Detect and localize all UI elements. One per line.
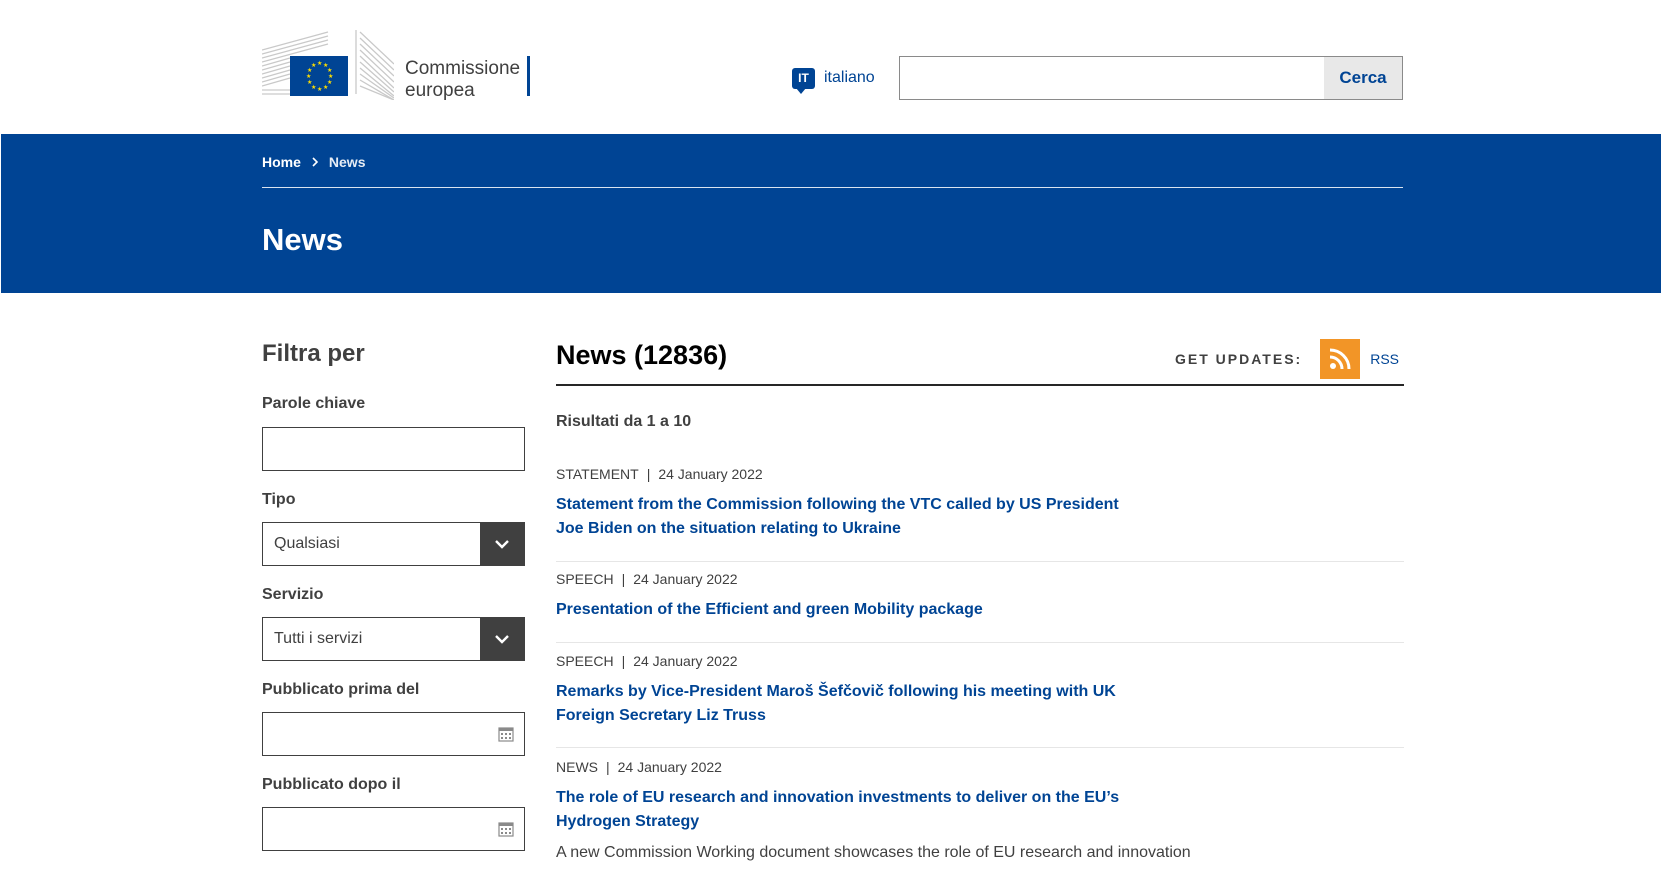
search-input[interactable] (900, 57, 1324, 99)
logo-building-lines-right (355, 30, 394, 100)
meta-separator: | (606, 759, 610, 775)
type-select[interactable]: Qualsiasi (262, 522, 525, 566)
calendar-icon[interactable] (498, 726, 514, 742)
search-form: Cerca (899, 56, 1403, 100)
published-after-input[interactable] (262, 807, 525, 851)
news-item-meta: STATEMENT | 24 January 2022 (556, 466, 1404, 482)
news-item-meta: SPEECH | 24 January 2022 (556, 571, 1404, 587)
news-item-date: 24 January 2022 (658, 466, 763, 482)
news-item-meta: NEWS | 24 January 2022 (556, 759, 1404, 775)
news-list-header: News (12836) GET UPDATES: RSS (556, 338, 1404, 386)
rss-link[interactable]: RSS (1370, 351, 1399, 367)
type-select-value: Qualsiasi (274, 535, 340, 552)
meta-separator: | (646, 466, 651, 482)
language-selector[interactable]: IT italiano (792, 66, 875, 94)
news-item-title-link[interactable]: Presentation of the Efficient and green … (556, 598, 1126, 622)
news-item-type: SPEECH (556, 653, 614, 669)
news-item: NEWS | 24 January 2022 The role of EU re… (556, 759, 1404, 870)
news-item: SPEECH | 24 January 2022 Remarks by Vice… (556, 653, 1404, 748)
published-before-label: Pubblicato prima del (262, 681, 420, 698)
logo-text-line2: europea (405, 80, 475, 101)
published-before-input[interactable] (262, 712, 525, 756)
filter-title: Filtra per (262, 340, 365, 367)
type-label: Tipo (262, 491, 296, 508)
rss-icon[interactable] (1320, 339, 1361, 379)
meta-separator: | (621, 571, 626, 587)
search-button[interactable]: Cerca (1324, 57, 1402, 99)
eu-flag-icon: ★ ★ ★ ★ ★ ★ ★ ★ ★ ★ ★ ★ (290, 56, 348, 96)
page-title: News (262, 222, 343, 257)
banner-divider (262, 187, 1403, 188)
news-item-type: SPEECH (556, 571, 614, 587)
meta-separator: | (621, 653, 626, 669)
service-label: Servizio (262, 586, 324, 603)
svg-text:★: ★ (307, 79, 312, 86)
news-item-title-link[interactable]: Statement from the Commission following … (556, 493, 1126, 541)
news-count-title: News (12836) (556, 340, 728, 370)
news-item-date: 24 January 2022 (633, 571, 738, 587)
logo-text: Commissione europea (405, 58, 520, 102)
svg-text:★: ★ (323, 84, 328, 91)
logo-accent-bar (527, 56, 530, 96)
news-item-type: STATEMENT (556, 466, 639, 482)
news-item-meta: SPEECH | 24 January 2022 (556, 653, 1404, 669)
svg-text:★: ★ (317, 60, 322, 67)
news-item-title-link[interactable]: Remarks by Vice-President Maroš Šefčovič… (556, 680, 1126, 728)
news-item: SPEECH | 24 January 2022 Presentation of… (556, 571, 1404, 643)
commission-logo[interactable]: ★ ★ ★ ★ ★ ★ ★ ★ ★ ★ ★ ★ Commissione europea (262, 28, 547, 102)
keywords-input[interactable] (262, 427, 525, 471)
news-item-title-link[interactable]: The role of EU research and innovation i… (556, 786, 1126, 834)
chevron-right-icon (311, 155, 319, 170)
breadcrumb-current: News (328, 154, 366, 170)
chevron-down-icon[interactable] (480, 618, 524, 660)
published-after-label: Pubblicato dopo il (262, 776, 401, 793)
keywords-label: Parole chiave (262, 395, 366, 412)
breadcrumb: Home News (262, 154, 365, 170)
chevron-down-icon[interactable] (480, 523, 524, 565)
service-select[interactable]: Tutti i servizi (262, 617, 525, 661)
news-item-date: 24 January 2022 (633, 653, 738, 669)
svg-text:★: ★ (311, 62, 316, 69)
logo-text-line1: Commissione (405, 58, 521, 79)
get-updates: GET UPDATES: RSS (1175, 339, 1404, 379)
results-count: Risultati da 1 a 10 (556, 413, 692, 430)
svg-text:★: ★ (317, 86, 322, 93)
language-code-badge: IT (792, 67, 815, 94)
news-item-description: A new Commission Working document showca… (556, 844, 1191, 861)
news-item-type: NEWS (556, 759, 598, 775)
page-banner: Home News News (1, 134, 1661, 293)
get-updates-label: GET UPDATES: (1175, 351, 1303, 367)
service-select-value: Tutti i servizi (274, 630, 363, 647)
news-item-date: 24 January 2022 (617, 759, 722, 775)
news-item: STATEMENT | 24 January 2022 Statement fr… (556, 466, 1404, 562)
breadcrumb-home-link[interactable]: Home (262, 154, 301, 170)
filter-sidebar: Filtra per Parole chiave Tipo Qualsiasi … (262, 340, 527, 851)
calendar-icon[interactable] (498, 821, 514, 837)
language-label[interactable]: italiano (824, 69, 875, 87)
site-header: ★ ★ ★ ★ ★ ★ ★ ★ ★ ★ ★ ★ Commissione europea IT it… (0, 0, 1661, 134)
svg-text:★: ★ (306, 73, 311, 80)
